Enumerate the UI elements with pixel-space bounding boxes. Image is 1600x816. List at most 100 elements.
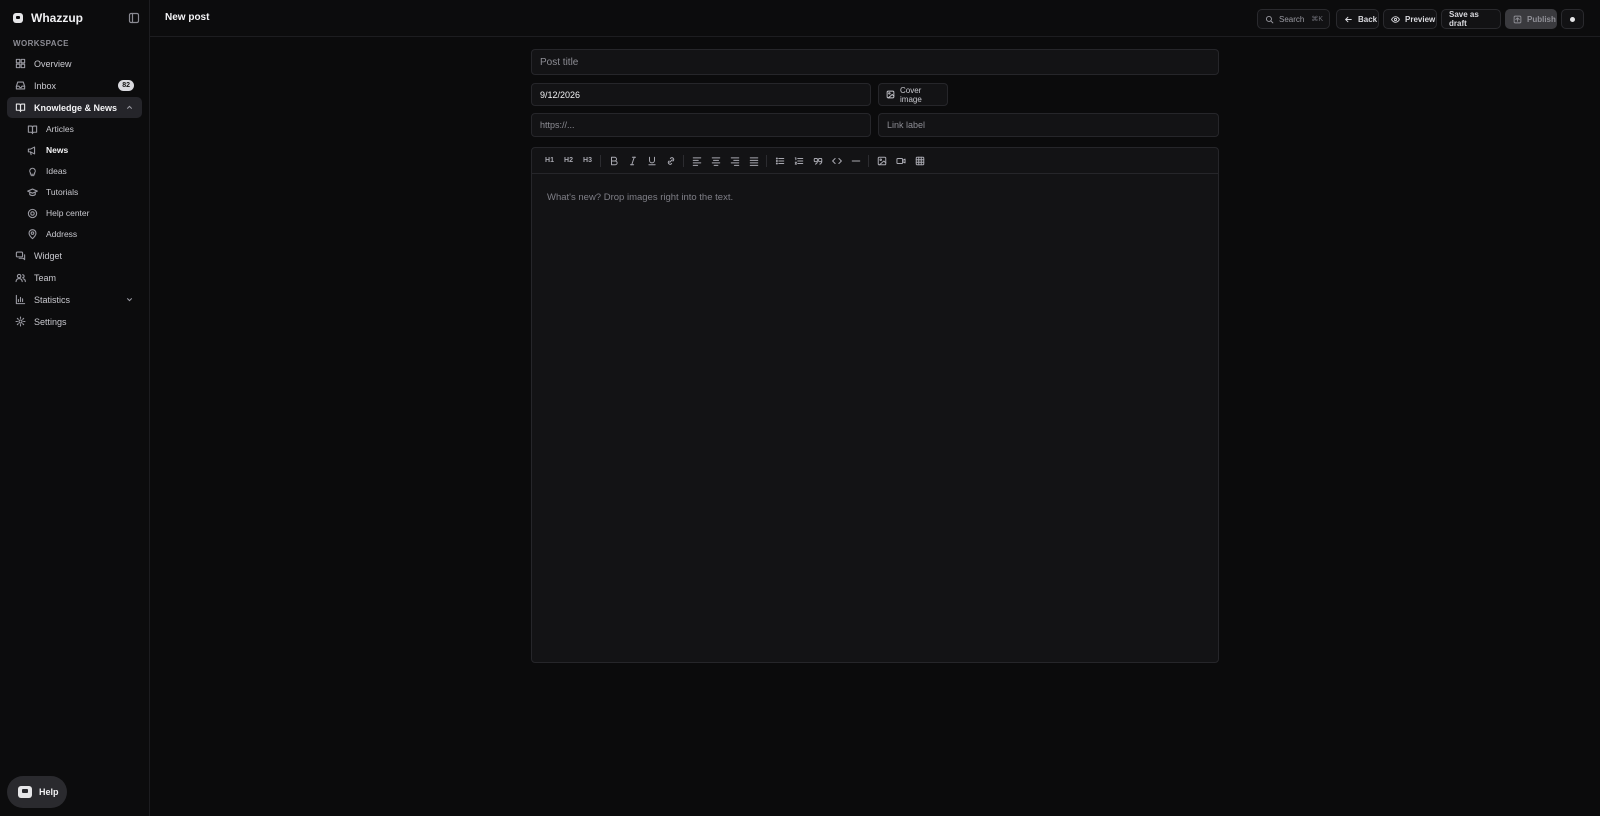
url-input[interactable]: https://... [531,113,871,137]
book-icon [15,102,26,113]
chart-icon [15,294,26,305]
sidebar-item-label: Overview [34,58,72,69]
search-button[interactable]: Search ⌘K [1257,9,1330,29]
grid-icon [15,58,26,69]
sidebar-item-settings[interactable]: Settings [7,311,142,332]
status-toggle-button[interactable] [1561,9,1584,29]
sidebar-nav: Overview Inbox 82 Knowledge & News Artic… [7,53,142,333]
sidebar-item-label: Statistics [34,294,71,305]
status-dot-icon [1570,16,1575,22]
sidebar-item-label: Articles [46,124,74,134]
sidebar-item-overview[interactable]: Overview [7,53,142,74]
heading-2-button[interactable]: H2 [559,153,578,169]
section-label: WORKSPACE [13,39,69,48]
sidebar-item-articles[interactable]: Articles [19,119,142,139]
insert-video-icon[interactable] [891,153,910,169]
code-icon[interactable] [827,153,846,169]
users-icon [15,272,26,283]
horizontal-rule-icon[interactable] [846,153,865,169]
sidebar-item-widget[interactable]: Widget [7,245,142,266]
chat-bubble-icon [18,786,32,798]
bold-icon[interactable] [604,153,623,169]
toolbar-divider [600,154,601,167]
sidebar: Whazzup WORKSPACE Overview Inbox 82 Know… [0,0,150,816]
heading-3-button[interactable]: H3 [578,153,597,169]
post-title-input[interactable]: Post title [531,49,1219,75]
inbox-icon [15,80,26,91]
top-header: New post Search ⌘K Back Preview Save as … [150,0,1600,37]
sidebar-item-help-center[interactable]: Help center [19,203,142,223]
book-open-icon [27,124,38,135]
lifebuoy-icon [27,208,38,219]
underline-icon[interactable] [642,153,661,169]
date-value: 9/12/2026 [540,89,581,100]
align-right-icon[interactable] [725,153,744,169]
toolbar-divider [683,154,684,167]
sidebar-item-label: Inbox [34,80,57,91]
help-label: Help [39,787,59,797]
sidebar-item-inbox[interactable]: Inbox 82 [7,75,142,96]
sidebar-item-label: Address [46,229,78,239]
align-left-icon[interactable] [687,153,706,169]
quote-icon[interactable] [808,153,827,169]
post-title-placeholder: Post title [540,56,579,68]
lightbulb-icon [27,166,38,177]
graduation-icon [27,187,38,198]
bullet-list-icon[interactable] [770,153,789,169]
sidebar-item-label: Tutorials [46,187,79,197]
ordered-list-icon[interactable] [789,153,808,169]
cover-image-label: Cover image [900,85,922,104]
toolbar-divider [766,154,767,167]
url-placeholder: https://... [540,120,575,130]
sidebar-item-knowledge-news[interactable]: Knowledge & News [7,97,142,118]
link-icon[interactable] [661,153,680,169]
link-label-input[interactable]: Link label [878,113,1219,137]
pin-icon [27,228,38,240]
gear-icon [15,316,26,327]
preview-label: Preview [1405,14,1436,24]
date-input[interactable]: 9/12/2026 [531,83,871,106]
sidebar-item-label: Settings [34,316,67,327]
back-button[interactable]: Back [1336,9,1379,29]
sidebar-item-statistics[interactable]: Statistics [7,289,142,310]
sidebar-item-label: Ideas [46,166,67,176]
back-label: Back [1358,14,1378,24]
toolbar-divider [868,154,869,167]
rich-text-editor[interactable]: H1 H2 H3 What's new? Drop images right i… [531,147,1219,663]
help-button[interactable]: Help [7,776,67,808]
sidebar-collapse-icon[interactable] [128,12,140,24]
publish-button[interactable]: Publish [1505,9,1557,29]
whazzup-logo-icon [13,13,23,23]
chevron-up-icon [125,103,134,112]
sidebar-item-team[interactable]: Team [7,267,142,288]
sidebar-item-label: Team [34,272,57,283]
eye-icon [1391,15,1400,24]
link-label-placeholder: Link label [887,120,926,130]
insert-image-icon[interactable] [872,153,891,169]
sidebar-item-news[interactable]: News [19,140,142,160]
preview-button[interactable]: Preview [1383,9,1437,29]
italic-icon[interactable] [623,153,642,169]
search-shortcut: ⌘K [1311,16,1324,23]
sidebar-item-ideas[interactable]: Ideas [19,161,142,181]
cover-image-button[interactable]: Cover image [878,83,948,106]
inbox-count-badge: 82 [118,80,134,91]
heading-1-button[interactable]: H1 [540,153,559,169]
publish-label: Publish [1527,14,1556,24]
align-justify-icon[interactable] [744,153,763,169]
insert-table-icon[interactable] [910,153,929,169]
save-draft-button[interactable]: Save as draft [1441,9,1501,29]
app-name: Whazzup [31,11,83,25]
sidebar-item-address[interactable]: Address [19,224,142,244]
save-draft-label: Save as draft [1449,10,1479,28]
editor-placeholder: What's new? Drop images right into the t… [547,192,734,203]
align-center-icon[interactable] [706,153,725,169]
brand: Whazzup [13,11,140,25]
editor-toolbar: H1 H2 H3 [532,148,1218,174]
sidebar-item-tutorials[interactable]: Tutorials [19,182,142,202]
page-title: New post [165,12,210,23]
publish-icon [1513,15,1522,24]
sidebar-item-label: Knowledge & News [34,102,118,113]
sidebar-item-label: Help center [46,208,90,218]
search-label: Search [1279,14,1305,24]
